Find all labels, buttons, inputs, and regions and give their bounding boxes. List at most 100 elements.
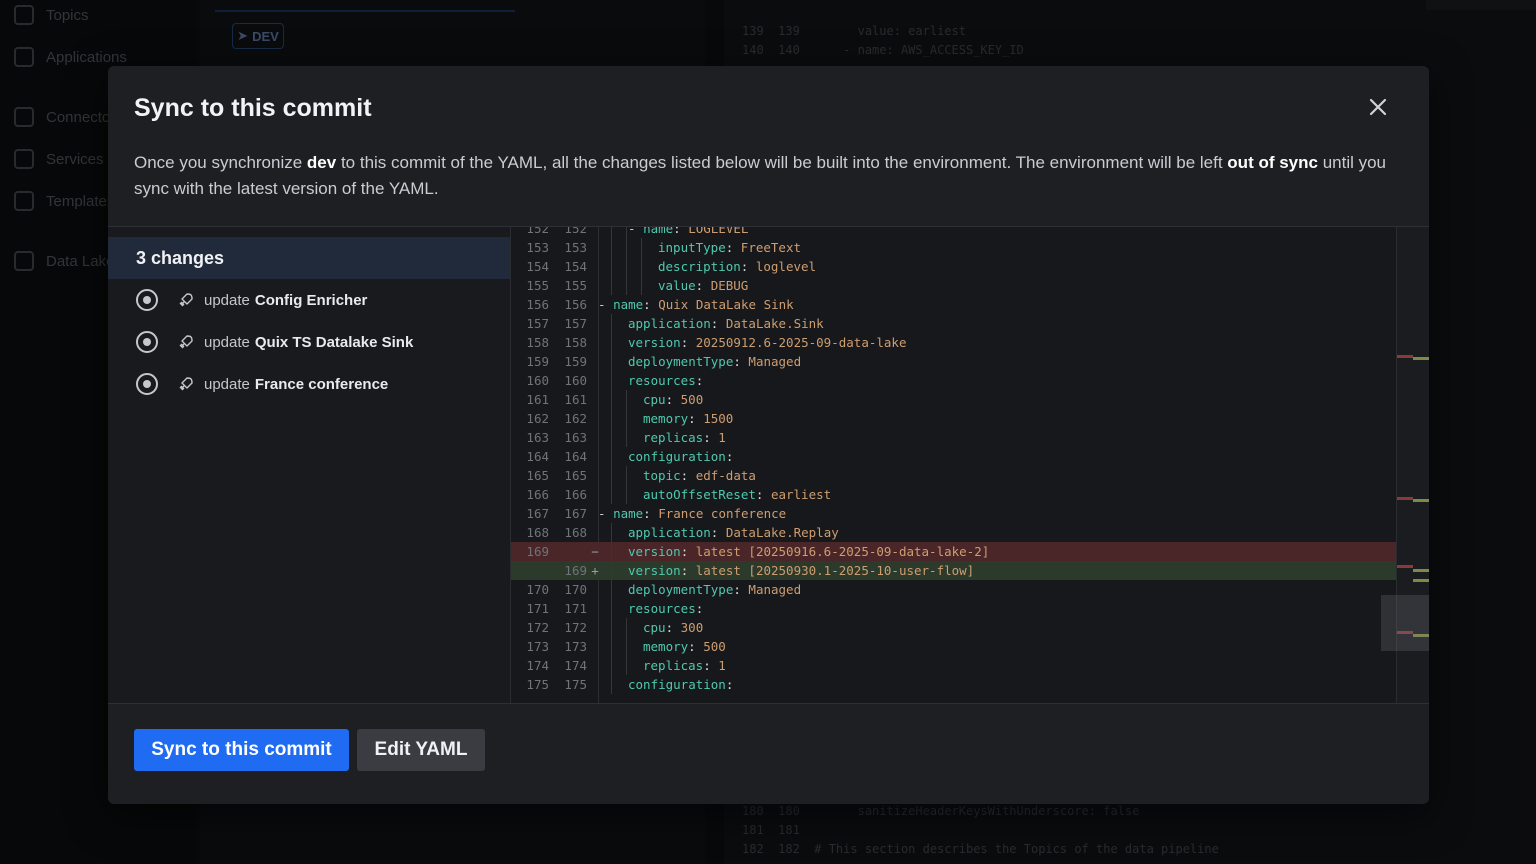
indent-guide: [611, 580, 612, 599]
indent-guide: [611, 428, 612, 447]
line-number-modified: 162: [564, 411, 587, 426]
yaml-line: cpu: 500: [643, 392, 704, 407]
diff-row: 171 171 resources:: [511, 599, 1396, 618]
diff-row: 172 172 cpu: 300: [511, 618, 1396, 637]
line-number-modified: 171: [564, 601, 587, 616]
indent-guide: [641, 276, 642, 295]
indent-guide: [611, 466, 612, 485]
indent-guide: [626, 637, 627, 656]
line-number-modified: 158: [564, 335, 587, 350]
line-number-modified: 153: [564, 240, 587, 255]
line-number-original: 160: [526, 373, 549, 388]
minimap-addition-marker: [1413, 569, 1429, 572]
indent-guide: [611, 276, 612, 295]
indent-guide: [611, 352, 612, 371]
line-number-modified: 160: [564, 373, 587, 388]
yaml-line: application: DataLake.Sink: [628, 316, 824, 331]
indent-guide: [641, 257, 642, 276]
diff-row: 163 163 replicas: 1: [511, 428, 1396, 447]
yaml-line: memory: 1500: [643, 411, 734, 426]
line-number-original: 171: [526, 601, 549, 616]
minimap-deletion-marker: [1397, 355, 1413, 358]
diff-row: 164 164 configuration:: [511, 447, 1396, 466]
radio-target-icon: [136, 289, 158, 311]
line-number-original: 169: [526, 544, 549, 559]
radio-target-icon: [136, 373, 158, 395]
yaml-line: deploymentType: Managed: [628, 354, 802, 369]
line-number-original: 166: [526, 487, 549, 502]
indent-guide: [626, 485, 627, 504]
line-number-original: 165: [526, 468, 549, 483]
indent-guide: [611, 257, 612, 276]
line-number-original: 162: [526, 411, 549, 426]
line-number-modified: 170: [564, 582, 587, 597]
indent-guide: [611, 561, 612, 580]
line-number-original: 154: [526, 259, 549, 274]
yaml-diff-viewer[interactable]: 152 152 - name: LOGLEVEL 153 153 inputType: F…: [511, 227, 1429, 703]
yaml-line: - name: LOGLEVEL: [628, 227, 749, 236]
indent-guide: [626, 390, 627, 409]
indent-guide: [611, 675, 612, 694]
minimap-addition-marker: [1413, 357, 1429, 360]
edit-yaml-button[interactable]: Edit YAML: [357, 729, 485, 771]
yaml-line: resources:: [628, 601, 711, 616]
dialog-description: Once you synchronize dev to this commit …: [134, 153, 1387, 198]
indent-guide: [626, 409, 627, 428]
line-number-original: 152: [526, 227, 549, 236]
change-item-quix-ts-datalake-sink[interactable]: update Quix TS Datalake Sink: [136, 330, 413, 354]
line-number-modified: 172: [564, 620, 587, 635]
indent-guide: [611, 371, 612, 390]
line-number-original: 174: [526, 658, 549, 673]
line-number-modified: 167: [564, 506, 587, 521]
yaml-line: topic: edf-data: [643, 468, 756, 483]
yaml-line: version: latest [20250930.1-2025-10-user…: [628, 563, 975, 578]
diff-row: 158 158 version: 20250912.6-2025-09-data-l…: [511, 333, 1396, 352]
change-item-france-conference[interactable]: update France conference: [136, 372, 388, 396]
indent-guide: [611, 656, 612, 675]
indent-guide: [611, 599, 612, 618]
yaml-line: cpu: 300: [643, 620, 704, 635]
line-number-modified: 175: [564, 677, 587, 692]
line-number-modified: 159: [564, 354, 587, 369]
indent-guide: [626, 466, 627, 485]
indent-guide: [626, 257, 627, 276]
yaml-line: value: DEBUG: [658, 278, 749, 293]
indent-guide: [611, 390, 612, 409]
diff-row: 161 161 cpu: 500: [511, 390, 1396, 409]
line-number-original: 153: [526, 240, 549, 255]
line-number-modified: 161: [564, 392, 587, 407]
minimap-addition-marker: [1413, 499, 1429, 502]
diff-row-added: 169 + version: latest [20250930.1-2025-10-…: [511, 561, 1396, 580]
diff-row: 166 166 autoOffsetReset: earliest: [511, 485, 1396, 504]
diff-row: 175 175 configuration:: [511, 675, 1396, 694]
diff-row: 168 168 application: DataLake.Replay: [511, 523, 1396, 542]
yaml-line: - name: Quix DataLake Sink: [598, 297, 794, 312]
diff-marker: −: [591, 544, 599, 559]
yaml-line: - name: France conference: [598, 506, 787, 521]
divider: [108, 703, 1429, 704]
line-number-modified: 157: [564, 316, 587, 331]
diff-row: 153 153 inputType: FreeText: [511, 238, 1396, 257]
close-icon[interactable]: [1367, 96, 1389, 118]
diff-row: 154 154 description: loglevel: [511, 257, 1396, 276]
radio-target-icon: [136, 331, 158, 353]
yaml-line: inputType: FreeText: [658, 240, 802, 255]
line-number-modified: 165: [564, 468, 587, 483]
line-number-modified: 166: [564, 487, 587, 502]
line-number-original: 175: [526, 677, 549, 692]
line-number-original: 155: [526, 278, 549, 293]
line-number-original: 161: [526, 392, 549, 407]
minimap-deletion-marker: [1397, 497, 1413, 500]
change-item-config-enricher[interactable]: update Config Enricher: [136, 288, 367, 312]
yaml-line: deploymentType: Managed: [628, 582, 802, 597]
diff-row: 174 174 replicas: 1: [511, 656, 1396, 675]
indent-guide: [626, 276, 627, 295]
sync-commit-dialog: Sync to this commit Once you synchronize…: [108, 66, 1429, 804]
indent-guide: [611, 314, 612, 333]
diff-marker: +: [591, 563, 599, 578]
diff-row: 160 160 resources:: [511, 371, 1396, 390]
diff-row: 173 173 memory: 500: [511, 637, 1396, 656]
sync-to-commit-button[interactable]: Sync to this commit: [134, 729, 349, 771]
minimap-deletion-marker: [1397, 565, 1413, 568]
indent-guide: [611, 485, 612, 504]
